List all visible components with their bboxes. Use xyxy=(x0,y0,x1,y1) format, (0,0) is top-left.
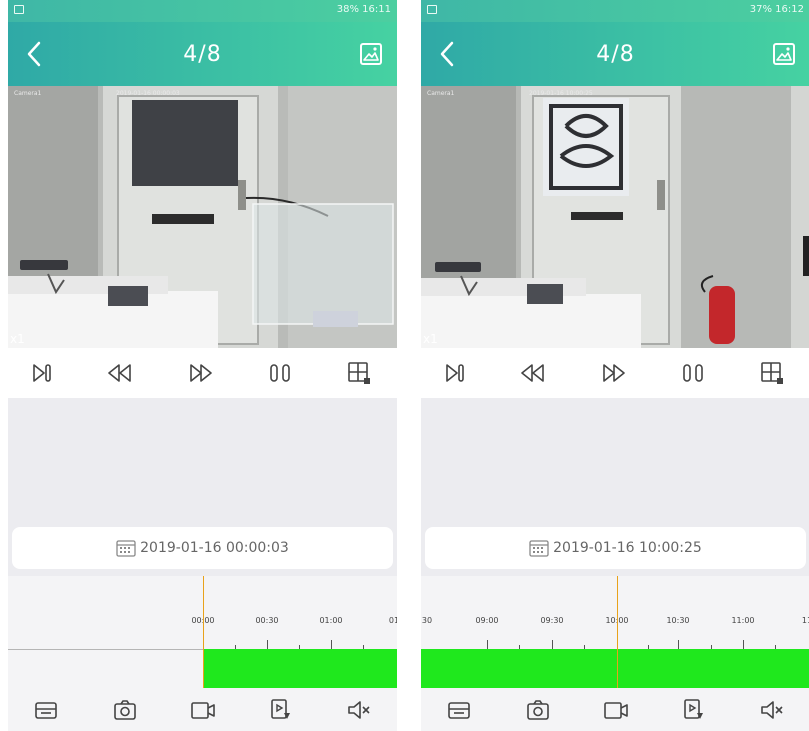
recording-segment[interactable] xyxy=(203,649,397,688)
camera-icon xyxy=(527,700,549,720)
record-button[interactable] xyxy=(189,696,217,724)
timeline-cursor[interactable] xyxy=(617,576,618,688)
timeline-tick xyxy=(552,640,553,649)
bottom-toolbar xyxy=(8,688,397,731)
playback-file-icon xyxy=(684,699,703,719)
title-bar: 4/8 xyxy=(8,22,397,86)
rewind-button[interactable] xyxy=(516,356,550,390)
record-button[interactable] xyxy=(602,696,630,724)
storage-button[interactable] xyxy=(445,696,473,724)
rewind-button[interactable] xyxy=(103,356,137,390)
mute-button[interactable] xyxy=(758,696,786,724)
mute-icon xyxy=(348,701,370,719)
frame-step-button[interactable] xyxy=(438,356,472,390)
osd-timestamp: 2019-01-16 00:00:03 xyxy=(116,90,180,97)
video-view[interactable]: Camera1 2019-01-16 10:00:25 x1 xyxy=(421,86,809,348)
video-view[interactable]: Camera1 2019-01-16 00:00:03 x1 xyxy=(8,86,397,348)
rewind-icon xyxy=(521,364,544,382)
playback-controls xyxy=(421,348,809,398)
layout-button[interactable] xyxy=(342,356,376,390)
storage-icon xyxy=(35,702,57,719)
osd-timestamp: 2019-01-16 10:00:25 xyxy=(529,90,593,97)
date-selector[interactable]: 2019-01-16 00:00:03 xyxy=(12,527,393,569)
timeline-tick-label: 09:00 xyxy=(475,616,499,625)
playback-file-icon xyxy=(271,699,290,719)
timeline-cursor[interactable] xyxy=(203,576,204,688)
title-bar: 4/8 xyxy=(421,22,809,86)
layout-grid-icon xyxy=(761,362,783,384)
playback-controls xyxy=(8,348,397,398)
storage-icon xyxy=(448,702,470,719)
timeline-tick-label: 01 xyxy=(388,616,397,625)
calendar-icon xyxy=(529,540,549,557)
timeline-tick-label: 09:30 xyxy=(540,616,564,625)
timeline-tick-label: 10:30 xyxy=(666,616,690,625)
playback-file-button[interactable] xyxy=(267,696,295,724)
calendar-icon xyxy=(116,540,136,557)
notification-image-icon xyxy=(14,5,24,14)
frame-step-icon xyxy=(446,364,464,382)
pause-icon xyxy=(270,364,290,382)
fast-forward-icon xyxy=(190,364,212,382)
frame-step-icon xyxy=(33,364,51,382)
snapshot-button[interactable] xyxy=(111,696,139,724)
phone-screen-left: 38% 16:11 4/8 Camera1 2019-01-16 00:00:0… xyxy=(8,0,397,731)
pause-button[interactable] xyxy=(676,356,710,390)
layout-button[interactable] xyxy=(755,356,789,390)
status-text: 37% 16:12 xyxy=(749,4,804,15)
video-record-icon xyxy=(604,702,628,719)
playback-speed-label: x1 xyxy=(10,332,25,346)
timeline-tick xyxy=(743,640,744,649)
date-text: 2019-01-16 10:00:25 xyxy=(553,540,702,556)
phone-screen-right: 37% 16:12 4/8 Camera1 2019-01-16 10:00:2… xyxy=(421,0,809,731)
timeline-tick-label: 00:30 xyxy=(255,616,279,625)
camera-feed-image xyxy=(8,86,397,348)
rewind-icon xyxy=(108,364,131,382)
status-bar: 38% 16:11 xyxy=(8,0,397,22)
snapshot-button[interactable] xyxy=(524,696,552,724)
gallery-button[interactable] xyxy=(772,42,796,66)
timeline[interactable]: 00:00 00:30 01:00 01 xyxy=(8,576,397,688)
timeline-tick xyxy=(678,640,679,649)
timeline-tick-label: 11 xyxy=(801,616,809,625)
timeline-tick-label: 11:00 xyxy=(731,616,755,625)
fast-forward-button[interactable] xyxy=(184,356,218,390)
mute-icon xyxy=(761,701,783,719)
bottom-toolbar xyxy=(421,688,809,731)
playback-speed-label: x1 xyxy=(423,332,438,346)
layout-grid-icon xyxy=(348,362,370,384)
timeline-tick xyxy=(487,640,488,649)
video-record-icon xyxy=(191,702,215,719)
date-selector[interactable]: 2019-01-16 10:00:25 xyxy=(425,527,806,569)
fast-forward-icon xyxy=(603,364,625,382)
notification-image-icon xyxy=(427,5,437,14)
timeline-tick-label: 30 xyxy=(421,616,433,625)
camera-feed-image xyxy=(421,86,809,348)
fast-forward-button[interactable] xyxy=(597,356,631,390)
recording-segment[interactable] xyxy=(421,649,809,688)
page-title: 4/8 xyxy=(596,42,635,67)
playback-file-button[interactable] xyxy=(680,696,708,724)
gallery-button[interactable] xyxy=(359,42,383,66)
timeline-tick-label: 01:00 xyxy=(319,616,343,625)
gallery-icon xyxy=(773,43,795,65)
osd-camera-label: Camera1 xyxy=(14,90,42,97)
page-title: 4/8 xyxy=(183,42,222,67)
osd-camera-label: Camera1 xyxy=(427,90,455,97)
gallery-icon xyxy=(360,43,382,65)
frame-step-button[interactable] xyxy=(25,356,59,390)
timeline[interactable]: 30 09:00 09:30 10:00 10:30 11:00 11 xyxy=(421,576,809,688)
mute-button[interactable] xyxy=(345,696,373,724)
pause-button[interactable] xyxy=(263,356,297,390)
pause-icon xyxy=(683,364,703,382)
timeline-tick xyxy=(331,640,332,649)
date-text: 2019-01-16 00:00:03 xyxy=(140,540,289,556)
storage-button[interactable] xyxy=(32,696,60,724)
camera-icon xyxy=(114,700,136,720)
timeline-tick xyxy=(267,640,268,649)
status-text: 38% 16:11 xyxy=(336,4,391,15)
status-bar: 37% 16:12 xyxy=(421,0,809,22)
